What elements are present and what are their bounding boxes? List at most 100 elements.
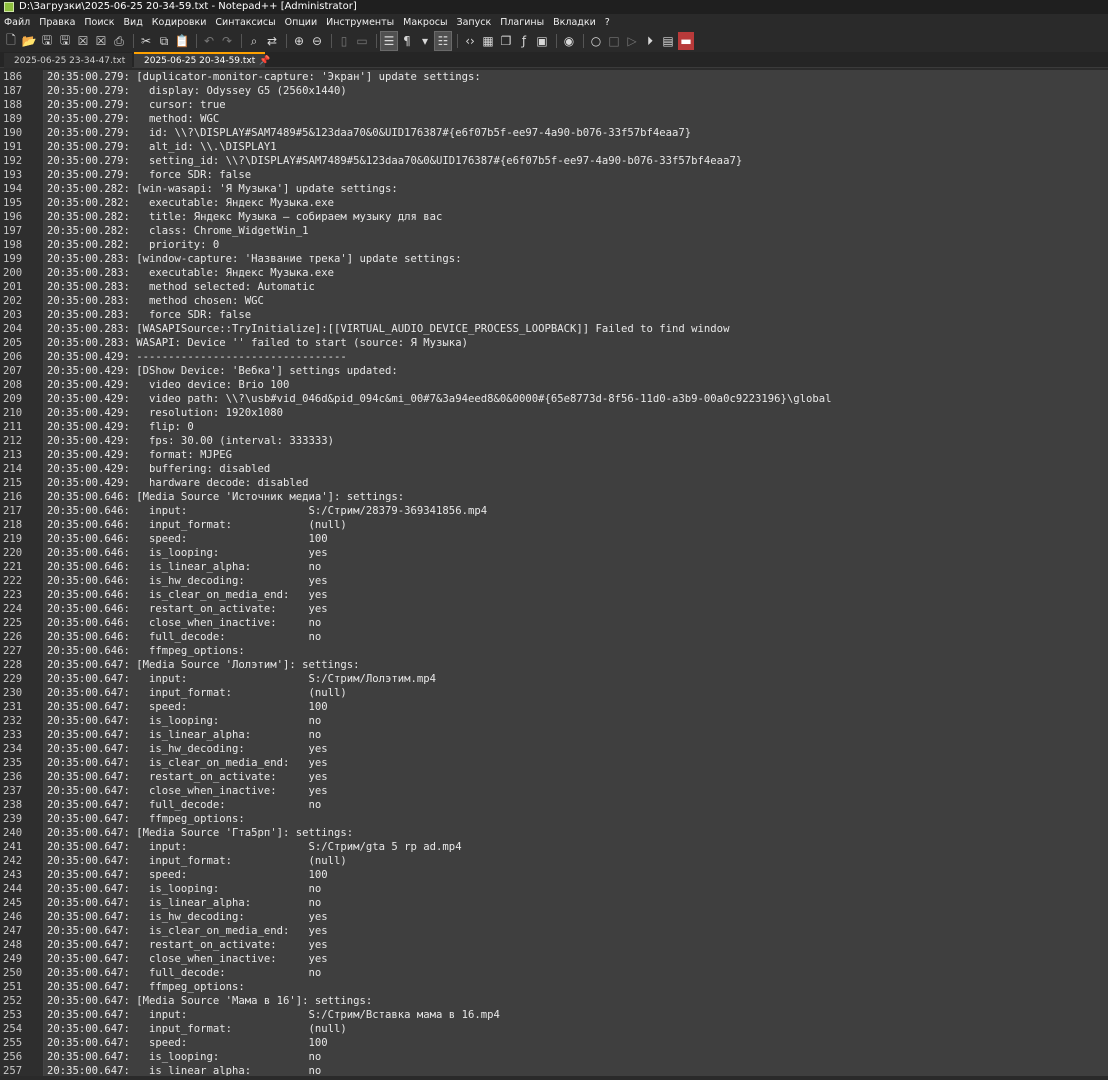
line-number: 252 <box>3 995 23 1007</box>
editor-pane[interactable]: 186 20:35:00.279: [duplicator-monitor-cap… <box>0 70 1108 1076</box>
line-number: 193 <box>3 169 23 181</box>
line-text: 20:35:00.647: is_linear_alpha: no <box>47 1065 322 1076</box>
line-number: 249 <box>3 953 23 965</box>
line-text: 20:35:00.429: buffering: disabled <box>47 463 271 475</box>
toolbar-separator <box>196 34 197 48</box>
line-number: 227 <box>3 645 23 657</box>
dropdown-arrow-icon[interactable]: ▾ <box>417 32 433 50</box>
find-icon[interactable]: ⌕ <box>246 32 262 50</box>
menu-item-6[interactable]: Опции <box>285 17 318 28</box>
copy-icon[interactable]: ⧉ <box>156 32 172 50</box>
line-number: 238 <box>3 799 23 811</box>
show-all-chars-icon[interactable]: ¶ <box>399 32 415 50</box>
tab-file-2[interactable]: 2025-06-25 20-34-59.txt 📌 <box>134 52 270 68</box>
menu-item-12[interactable]: ? <box>605 17 610 28</box>
menu-item-8[interactable]: Макросы <box>403 17 447 28</box>
function-list-icon[interactable]: ƒ <box>516 32 532 50</box>
redo-icon[interactable]: ↷ <box>219 32 235 50</box>
indent-guide-icon[interactable]: ☷ <box>434 31 452 51</box>
line-number: 207 <box>3 365 23 377</box>
line-number: 246 <box>3 911 23 923</box>
line-text: 20:35:00.647: close_when_inactive: yes <box>47 785 328 797</box>
monitoring-icon[interactable]: ◉ <box>561 32 577 50</box>
line-number: 210 <box>3 407 23 419</box>
toolbar-separator <box>331 34 332 48</box>
line-text: 20:35:00.646: input_format: (null) <box>47 519 347 531</box>
line-number: 195 <box>3 197 23 209</box>
line-text: 20:35:00.647: [Media Source 'Гта5рп']: s… <box>47 827 354 839</box>
print-icon[interactable]: ⎙ <box>111 32 127 50</box>
line-text: 20:35:00.282: executable: Яндекс Музыка.… <box>47 197 335 209</box>
line-number: 256 <box>3 1051 23 1063</box>
pin-icon[interactable]: 📌 <box>259 54 270 68</box>
sync-horizontal-icon[interactable]: ▭ <box>354 32 370 50</box>
line-number: 194 <box>3 183 23 195</box>
line-text: 20:35:00.647: full_decode: no <box>47 799 322 811</box>
replace-icon[interactable]: ⇄ <box>264 32 280 50</box>
word-wrap-icon[interactable]: ☰ <box>380 31 398 51</box>
line-text: 20:35:00.647: input: S:/Стрим/Вставка ма… <box>47 1009 500 1021</box>
save-macro-icon[interactable]: ▤ <box>660 32 676 50</box>
stop-macro-icon[interactable]: □ <box>606 32 622 50</box>
zoom-out-icon[interactable]: ⊖ <box>309 32 325 50</box>
menu-item-9[interactable]: Запуск <box>456 17 491 28</box>
play-macro-icon[interactable]: ▷ <box>624 32 640 50</box>
title-bar: D:\Загрузки\2025-06-25 20-34-59.txt - No… <box>0 0 1108 14</box>
line-number: 255 <box>3 1037 23 1049</box>
zoom-in-icon[interactable]: ⊕ <box>291 32 307 50</box>
spell-check-icon[interactable]: ▬ <box>678 32 694 50</box>
line-number: 205 <box>3 337 23 349</box>
menu-item-4[interactable]: Кодировки <box>152 17 207 28</box>
line-number: 222 <box>3 575 23 587</box>
line-text: 20:35:00.647: is_looping: no <box>47 715 322 727</box>
record-macro-icon[interactable]: ○ <box>588 32 604 50</box>
line-number: 229 <box>3 673 23 685</box>
menu-item-11[interactable]: Вкладки <box>553 17 596 28</box>
line-text: 20:35:00.279: alt_id: \\.\DISPLAY1 <box>47 141 277 153</box>
line-number: 231 <box>3 701 23 713</box>
document-map-icon[interactable]: ▦ <box>480 32 496 50</box>
menu-item-1[interactable]: Правка <box>39 17 75 28</box>
menu-item-2[interactable]: Поиск <box>84 17 114 28</box>
line-text: 20:35:00.646: restart_on_activate: yes <box>47 603 328 615</box>
save-all-icon[interactable]: 🖫 <box>57 32 73 50</box>
menu-item-3[interactable]: Вид <box>124 17 143 28</box>
new-file-icon[interactable]: 🗋 <box>3 32 19 50</box>
line-number: 240 <box>3 827 23 839</box>
line-number: 221 <box>3 561 23 573</box>
document-list-icon[interactable]: ❐ <box>498 32 514 50</box>
menu-item-10[interactable]: Плагины <box>500 17 544 28</box>
folder-workspace-icon[interactable]: ▣ <box>534 32 550 50</box>
close-all-icon[interactable]: ☒ <box>93 32 109 50</box>
close-icon[interactable]: ☒ <box>75 32 91 50</box>
run-macro-multiple-icon[interactable]: ⏵ <box>642 32 658 50</box>
tab-file-1[interactable]: 2025-06-25 23-34-47.txt <box>4 53 132 68</box>
line-number: 236 <box>3 771 23 783</box>
bottom-edge <box>0 1076 1108 1080</box>
line-number: 224 <box>3 603 23 615</box>
line-number: 192 <box>3 155 23 167</box>
line-number: 209 <box>3 393 23 405</box>
line-number: 215 <box>3 477 23 489</box>
language-icon[interactable]: ‹› <box>462 32 478 50</box>
undo-icon[interactable]: ↶ <box>201 32 217 50</box>
line-text: 20:35:00.646: is_linear_alpha: no <box>47 561 322 573</box>
cut-icon[interactable]: ✂ <box>138 32 154 50</box>
line-text: 20:35:00.647: full_decode: no <box>47 967 322 979</box>
line-text: 20:35:00.429: resolution: 1920x1080 <box>47 407 283 419</box>
menu-item-7[interactable]: Инструменты <box>326 17 394 28</box>
open-file-icon[interactable]: 📂 <box>21 32 37 50</box>
menu-item-0[interactable]: Файл <box>4 17 30 28</box>
line-number: 223 <box>3 589 23 601</box>
save-icon[interactable]: 🖫 <box>39 32 55 50</box>
line-number: 251 <box>3 981 23 993</box>
sync-vertical-icon[interactable]: ▯ <box>336 32 352 50</box>
menu-item-5[interactable]: Синтаксисы <box>215 17 275 28</box>
line-text: 20:35:00.647: speed: 100 <box>47 1037 328 1049</box>
line-text: 20:35:00.646: ffmpeg_options: <box>47 645 245 657</box>
paste-icon[interactable]: 📋 <box>174 32 190 50</box>
line-text: 20:35:00.429: flip: 0 <box>47 421 194 433</box>
line-number: 211 <box>3 421 23 433</box>
toolbar: 🗋 📂 🖫 🖫 ☒ ☒ ⎙ ✂ ⧉ 📋 ↶ ↷ ⌕ ⇄ ⊕ ⊖ ▯ ▭ ☰ ¶ ▾ ☷ ‹› ▦ ❐ ƒ ▣ ◉ ○ □ ▷ ⏵ ▤ ▬ <box>0 30 1108 52</box>
line-number: 218 <box>3 519 23 531</box>
